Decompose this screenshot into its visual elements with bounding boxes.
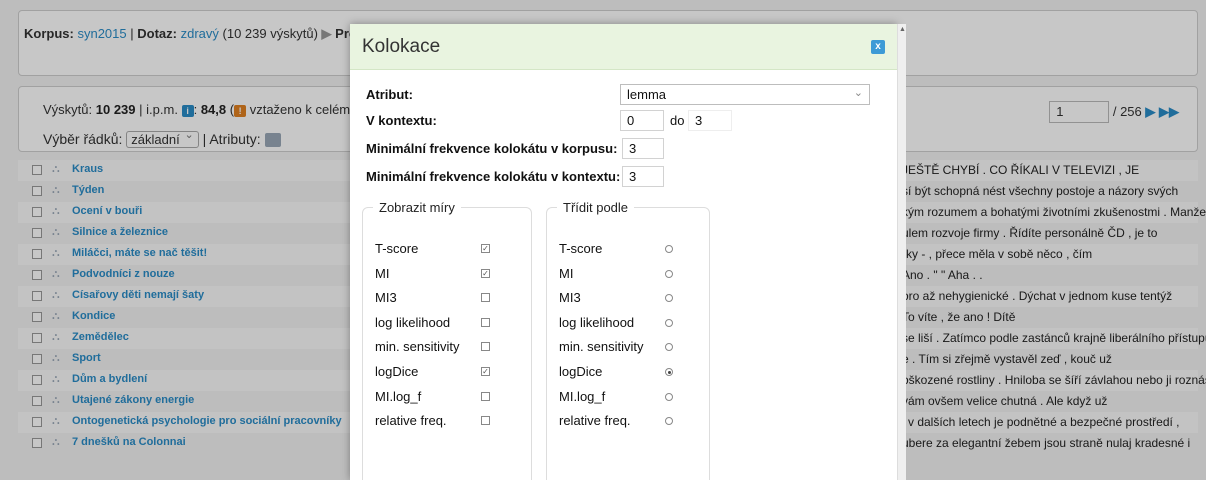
- measure-label: MI: [375, 265, 390, 281]
- sort-measure-item: MI3: [547, 286, 709, 310]
- sort-measure-item: logDice: [547, 360, 709, 384]
- sort-radio[interactable]: [665, 343, 673, 352]
- sort-measure-item: MI: [547, 262, 709, 286]
- dialog-header: Kolokace x: [350, 24, 897, 70]
- show-measure-item: log likelihood: [363, 311, 531, 335]
- context-to-input[interactable]: 3: [688, 110, 732, 131]
- dialog-title: Kolokace: [362, 36, 441, 57]
- sort-measure-item: min. sensitivity: [547, 335, 709, 359]
- sort-measure-item: MI.log_f: [547, 385, 709, 409]
- sort-measure-item: relative freq.: [547, 409, 709, 433]
- min-freq-corpus-row: Minimální frekvence kolokátu v korpusu: …: [366, 138, 886, 160]
- measure-label: logDice: [559, 364, 603, 379]
- show-measure-item: relative freq.: [363, 409, 531, 433]
- show-measure-item: T-score ✓: [363, 237, 531, 261]
- dialog-scrollbar[interactable]: ▲: [897, 24, 906, 480]
- sort-radio[interactable]: [665, 269, 673, 278]
- min-freq-corpus-input[interactable]: 3: [622, 138, 664, 159]
- measure-label: MI3: [375, 290, 397, 306]
- sort-measure-item: log likelihood: [547, 311, 709, 335]
- context-from-input[interactable]: 0: [620, 110, 664, 131]
- measure-checkbox[interactable]: [481, 342, 490, 352]
- measure-checkbox[interactable]: [481, 317, 490, 327]
- sort-radio[interactable]: [665, 392, 673, 401]
- collocation-dialog: Kolokace x Atribut: lemma ⌄ V kontextu: …: [350, 24, 897, 480]
- show-measure-item: MI3: [363, 286, 531, 310]
- sort-radio[interactable]: [665, 417, 673, 426]
- show-measure-item: min. sensitivity: [363, 335, 531, 359]
- show-measures-group: Zobrazit míry T-score ✓ MI ✓ MI3 log likeliho…: [362, 200, 532, 480]
- sort-radio[interactable]: [665, 368, 673, 376]
- context-row: V kontextu: 0 do 3: [366, 110, 886, 132]
- measure-label: min. sensitivity: [375, 339, 460, 355]
- measure-checkbox[interactable]: [481, 416, 490, 426]
- close-icon[interactable]: x: [871, 40, 885, 54]
- show-measure-item: MI.log_f: [363, 385, 531, 409]
- sort-by-group: Třídit podle T-score MI MI3 log likelihood m…: [546, 200, 710, 480]
- measure-label: min. sensitivity: [559, 339, 644, 355]
- measure-label: MI: [559, 265, 574, 281]
- measure-label: MI3: [559, 290, 581, 306]
- show-measure-item: MI ✓: [363, 262, 531, 286]
- measure-label: T-score: [375, 241, 419, 256]
- min-freq-context-input[interactable]: 3: [622, 166, 664, 187]
- measure-label: relative freq.: [375, 413, 447, 429]
- sort-radio[interactable]: [665, 245, 673, 253]
- scroll-up-icon[interactable]: ▲: [898, 26, 907, 33]
- measure-label: log likelihood: [375, 314, 451, 330]
- measure-checkbox[interactable]: ✓: [481, 268, 490, 278]
- chevron-down-icon: ⌄: [853, 87, 863, 99]
- measure-label: MI.log_f: [559, 388, 606, 404]
- measure-label: logDice: [375, 364, 419, 379]
- sort-radio[interactable]: [665, 294, 673, 303]
- measure-checkbox[interactable]: [481, 293, 490, 303]
- measure-label: log likelihood: [559, 314, 635, 330]
- measure-label: MI.log_f: [375, 388, 422, 404]
- measure-label: relative freq.: [559, 413, 631, 429]
- show-measure-item: logDice ✓: [363, 360, 531, 384]
- sort-measure-item: T-score: [547, 237, 709, 261]
- min-freq-context-row: Minimální frekvence kolokátu v kontextu:…: [366, 166, 886, 188]
- atribut-row: Atribut: lemma ⌄: [366, 84, 886, 106]
- measure-checkbox[interactable]: [481, 391, 490, 401]
- atribut-select[interactable]: lemma ⌄: [620, 84, 870, 105]
- measure-checkbox[interactable]: ✓: [481, 367, 490, 376]
- sort-radio[interactable]: [665, 318, 673, 327]
- measure-label: T-score: [559, 241, 603, 256]
- measure-checkbox[interactable]: ✓: [481, 244, 490, 253]
